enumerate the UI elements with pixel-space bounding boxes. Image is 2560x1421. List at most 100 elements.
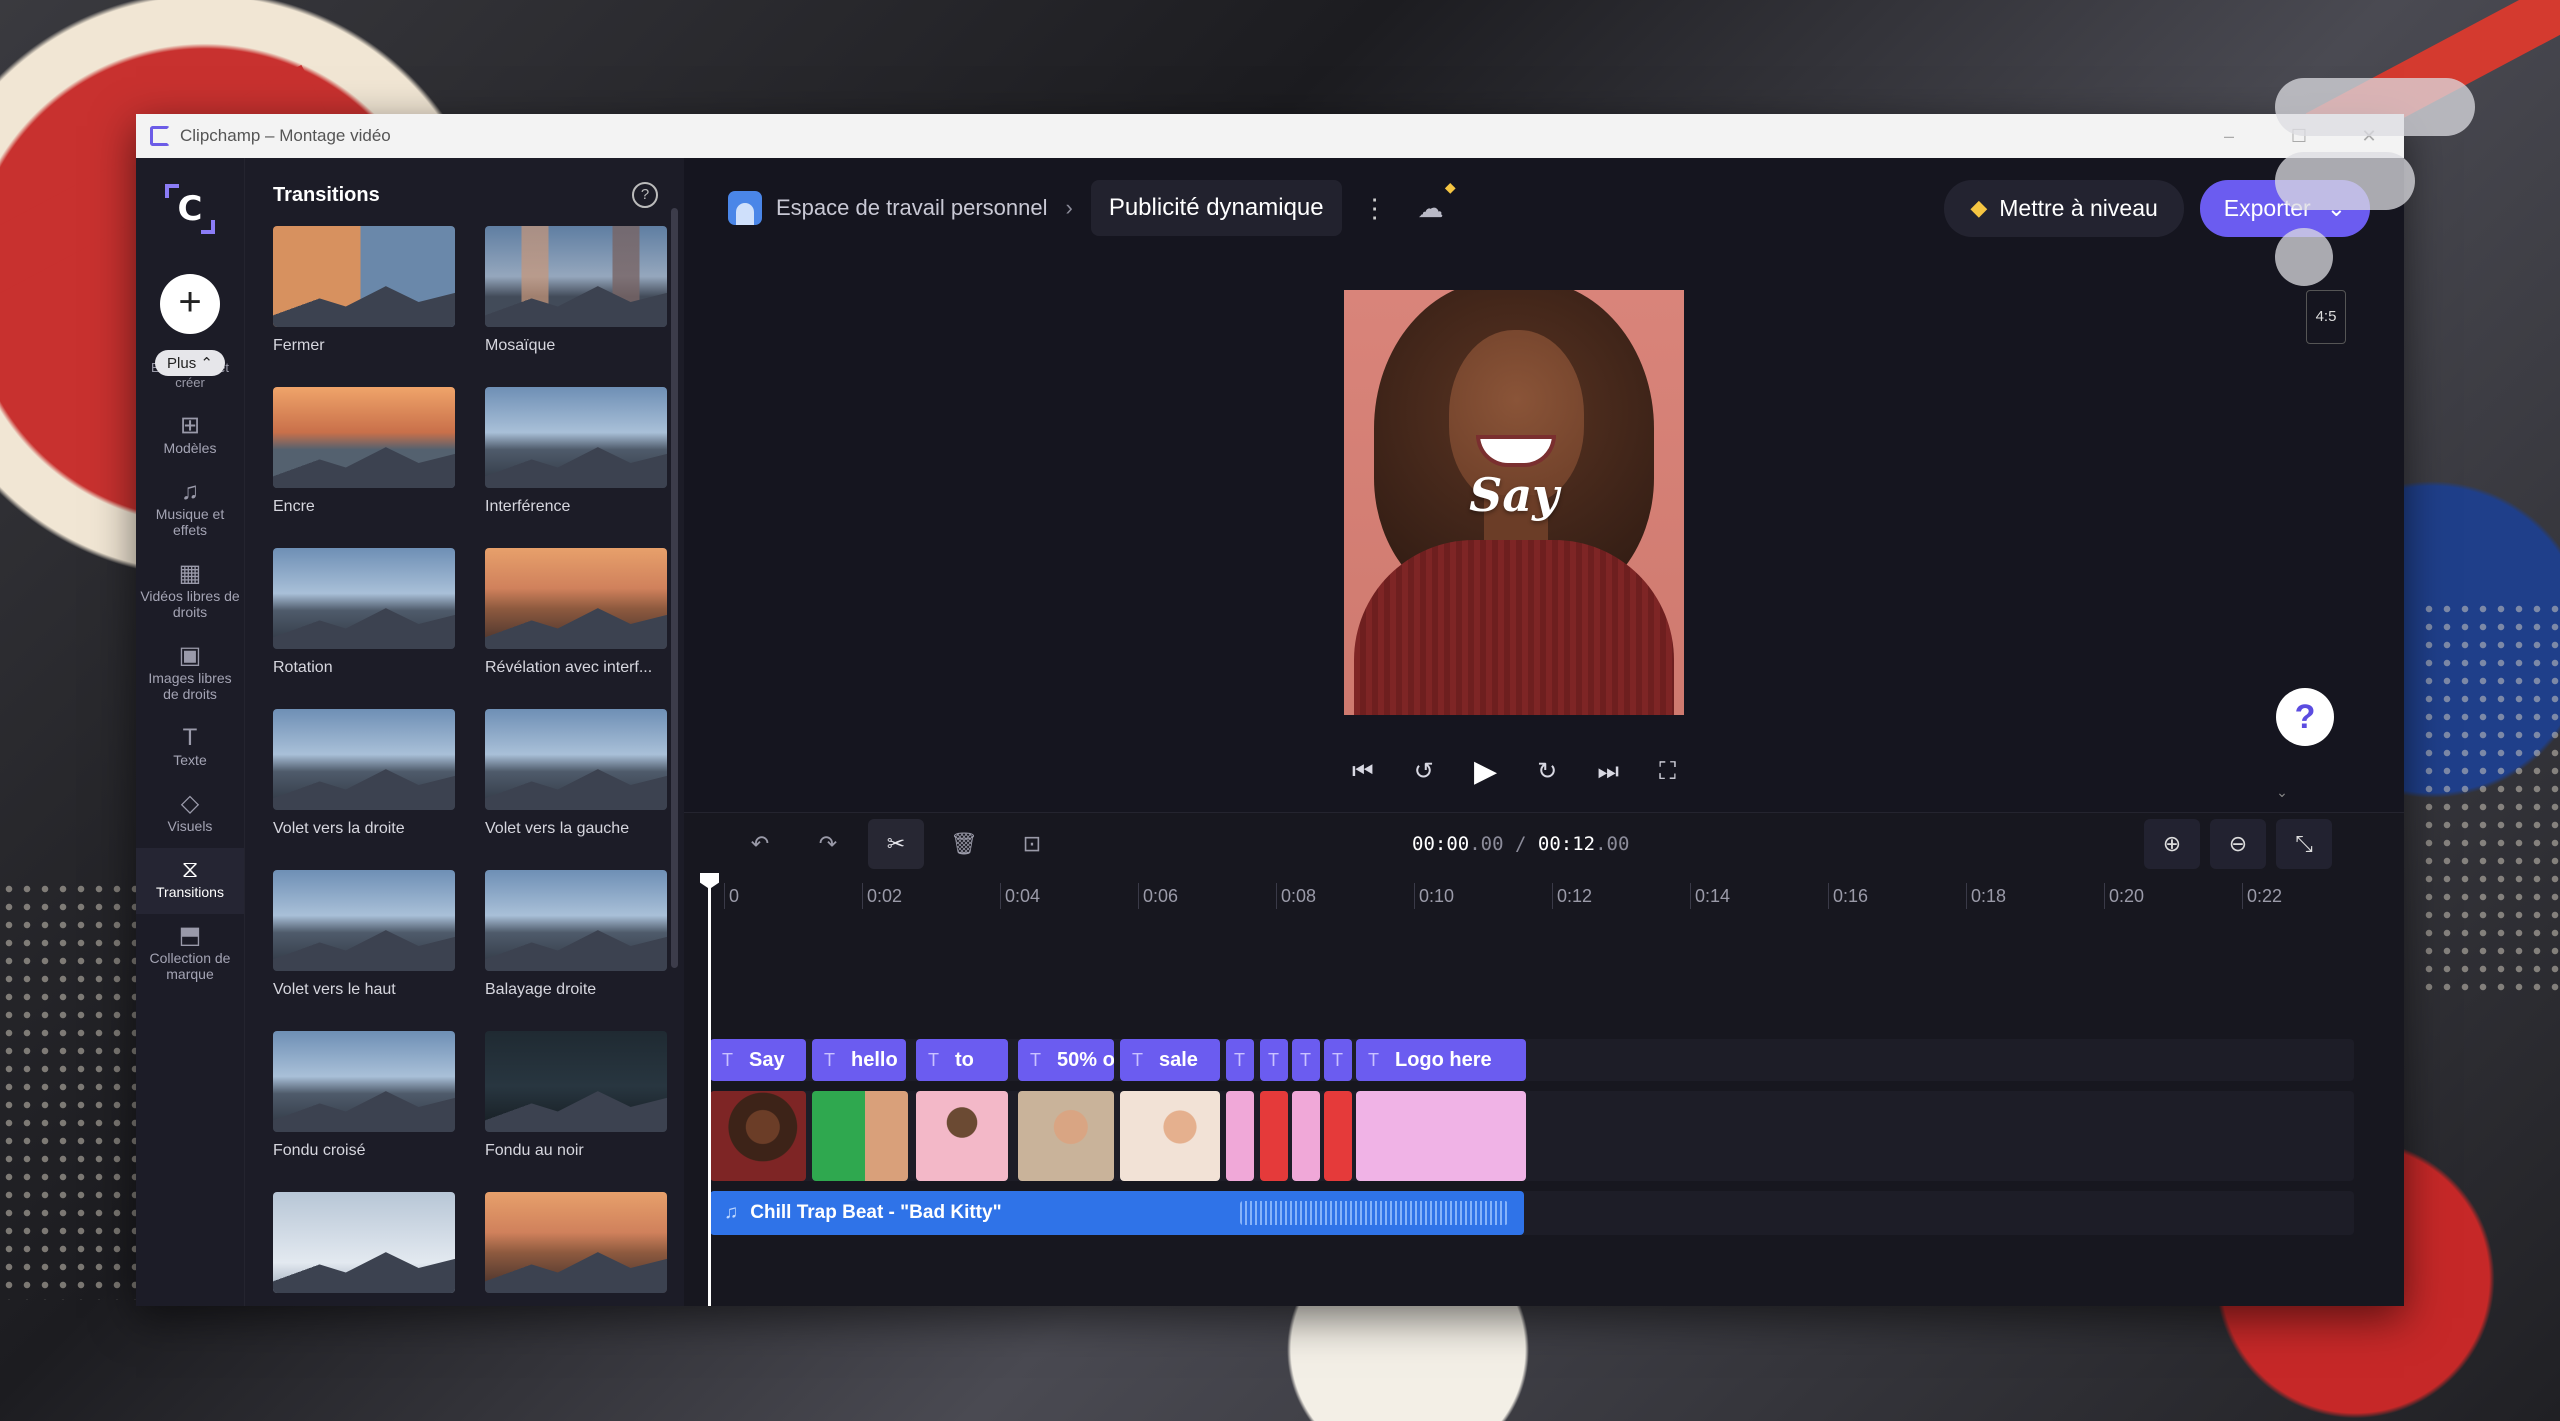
text-clip[interactable]: T (1292, 1039, 1320, 1081)
window-title: Clipchamp – Montage vidéo (180, 126, 391, 145)
transition-tile[interactable]: Rotation (273, 548, 455, 709)
ruler-tick: 0:16 (1828, 883, 1868, 909)
record-create-group: Enregistrer et créer Plus ⌃ (136, 344, 244, 404)
clipchamp-rail-logo[interactable]: C (163, 182, 217, 236)
text-clip-icon: T (824, 1050, 835, 1070)
transition-tile[interactable]: Fermer (273, 226, 455, 387)
project-name-field[interactable]: Publicité dynamique (1090, 180, 1342, 236)
text-clip[interactable]: T (1324, 1039, 1352, 1081)
video-clip[interactable] (1260, 1091, 1288, 1181)
delete-icon[interactable]: 🗑 (936, 819, 992, 869)
transition-tile[interactable]: Fondu croisé (273, 1031, 455, 1192)
transition-tile[interactable]: Mosaïque (485, 226, 667, 387)
forward-5s-icon[interactable]: ↻ (1537, 757, 1557, 786)
transition-thumbnail (273, 709, 455, 810)
text-clip[interactable]: Tto (916, 1039, 1008, 1081)
text-clip[interactable]: T (1260, 1039, 1288, 1081)
workspace-breadcrumb[interactable]: Espace de travail personnel (776, 195, 1048, 221)
more-button[interactable]: Plus ⌃ (155, 350, 225, 376)
rewind-5s-icon[interactable]: ↺ (1414, 757, 1434, 786)
time-ruler[interactable]: 0 0:02 0:04 0:06 0:08 0:10 0:12 0:14 0:16 0:18 0:2… (724, 883, 2354, 913)
text-clip[interactable]: T Say (710, 1039, 806, 1081)
transition-tile[interactable]: Volet vers la gauche (485, 709, 667, 870)
panel-scrollbar[interactable] (671, 208, 678, 968)
fit-timeline-icon[interactable]: ⤡ (2276, 819, 2332, 869)
rail-items: ⊞ Modèles ♫ Musique et effets ▦ Vidéos libres… (136, 404, 244, 996)
fullscreen-icon[interactable]: ⛶ (1659, 758, 1676, 786)
ruler-tick: 0:04 (1000, 883, 1040, 909)
rail-item-2[interactable]: ▦ Vidéos libres de droits (136, 552, 244, 634)
rail-item-6[interactable]: ⧖ Transitions (136, 848, 244, 914)
audio-clip[interactable]: ♫ Chill Trap Beat - "Bad Kitty" (710, 1191, 1524, 1235)
collapse-chevron-icon[interactable]: ⌄ (2252, 784, 2312, 801)
add-media-icon[interactable]: ⊡ (1004, 819, 1060, 869)
rail-item-4[interactable]: T Texte (136, 716, 244, 782)
video-preview[interactable]: Say (1344, 290, 1684, 715)
transition-tile[interactable]: Interférence (485, 387, 667, 548)
video-clip[interactable] (1018, 1091, 1114, 1181)
video-clip[interactable] (812, 1091, 908, 1181)
rail-item-5[interactable]: ◇ Visuels (136, 782, 244, 848)
aspect-ratio-button[interactable]: 4:5 (2306, 290, 2346, 344)
ruler-tick: 0:02 (862, 883, 902, 909)
transition-label: Balayage droite (485, 981, 597, 998)
text-clip-label: hello (851, 1049, 898, 1071)
top-bar: Espace de travail personnel › Publicité … (728, 178, 2370, 238)
video-clip[interactable] (1324, 1091, 1352, 1181)
video-clip[interactable] (1356, 1091, 1526, 1181)
text-clip[interactable]: T Logo here (1356, 1039, 1526, 1081)
brand-icon: ⬒ (178, 922, 202, 949)
video-clip[interactable] (1120, 1091, 1220, 1181)
video-clip[interactable] (1292, 1091, 1320, 1181)
skip-to-end-icon[interactable]: ⏭ (1597, 758, 1619, 786)
zoom-in-icon[interactable]: ⊕ (2144, 819, 2200, 869)
playhead[interactable] (708, 877, 711, 1306)
transition-tile[interactable]: Volet vers le haut (273, 870, 455, 1031)
video-clip[interactable] (710, 1091, 806, 1181)
transition-thumbnail (485, 226, 667, 327)
help-button[interactable]: ? (2276, 688, 2334, 746)
add-media-button[interactable]: + (160, 274, 220, 334)
video-clips (710, 1091, 2354, 1181)
rail-item-3[interactable]: ▣ Images libres de droits (136, 634, 244, 716)
rail-item-1[interactable]: ♫ Musique et effets (136, 470, 244, 552)
cloud-backup-icon[interactable]: ☁ ◆ (1418, 179, 1456, 224)
rail-item-0[interactable]: ⊞ Modèles (136, 404, 244, 470)
text-clip[interactable]: T (1226, 1039, 1254, 1081)
text-clip-icon: T (1234, 1050, 1245, 1070)
redo-icon[interactable]: ↷ (800, 819, 856, 869)
upgrade-button[interactable]: ◆ Mettre à niveau (1944, 179, 2184, 237)
panel-help-icon[interactable]: ? (632, 182, 658, 208)
transition-tile[interactable]: Balayage droite (485, 870, 667, 1031)
film-icon: ▦ (178, 560, 202, 587)
zoom-out-icon[interactable]: ⊖ (2210, 819, 2266, 869)
transition-tile[interactable] (273, 1192, 455, 1306)
transition-tile[interactable]: Encre (273, 387, 455, 548)
more-options-icon[interactable]: ⋮ (1362, 193, 1388, 224)
rail-item-7[interactable]: ⬒ Collection de marque (136, 914, 244, 996)
transition-label: Interférence (485, 498, 571, 515)
rail-item-label: Images libres de droits (148, 670, 232, 702)
transition-thumbnail (273, 1031, 455, 1132)
play-icon[interactable]: ▶ (1474, 754, 1497, 789)
transition-tile[interactable]: Volet vers la droite (273, 709, 455, 870)
text-clip[interactable]: T 50% o (1018, 1039, 1114, 1081)
audio-clip-label: Chill Trap Beat - "Bad Kitty" (750, 1202, 1002, 1223)
transition-tile[interactable]: Révélation avec interf... (485, 548, 667, 709)
transition-label: Fermer (273, 337, 325, 354)
text-clip-icon: T (722, 1050, 733, 1070)
template-icon: ⊞ (179, 412, 201, 439)
ruler-tick: 0 (724, 883, 739, 909)
minimize-icon[interactable]: – (2194, 126, 2264, 147)
text-clip[interactable]: Tsale (1120, 1039, 1220, 1081)
skip-to-start-icon[interactable]: ⏮ (1352, 758, 1374, 786)
undo-icon[interactable]: ↶ (732, 819, 788, 869)
video-clip[interactable] (1226, 1091, 1254, 1181)
split-icon[interactable]: ✂ (868, 819, 924, 869)
text-clip[interactable]: Thello (812, 1039, 906, 1081)
video-clip[interactable] (916, 1091, 1008, 1181)
transition-tile[interactable]: Fondu au noir (485, 1031, 667, 1192)
transition-tile[interactable] (485, 1192, 667, 1306)
rail-item-label: Texte (173, 752, 207, 768)
rail-item-label: Transitions (156, 884, 224, 900)
